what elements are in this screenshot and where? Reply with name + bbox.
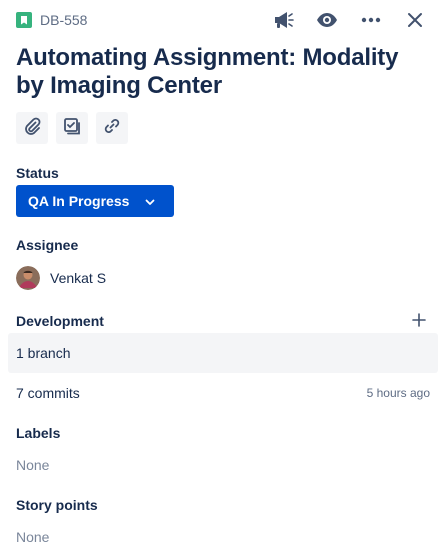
issue-title[interactable]: Automating Assignment: Modality by Imagi… (16, 44, 416, 100)
issue-key: DB-558 (40, 12, 88, 28)
more-icon (361, 17, 381, 23)
story-points-label: Story points (16, 497, 98, 513)
create-subtask-button[interactable] (56, 112, 88, 144)
labels-label: Labels (16, 425, 61, 441)
close-button[interactable] (399, 8, 431, 32)
status-value: QA In Progress (28, 193, 130, 209)
header-actions (267, 8, 431, 32)
development-label: Development (16, 313, 104, 329)
watch-button[interactable] (311, 8, 343, 32)
megaphone-icon (272, 10, 294, 30)
labels-value[interactable]: None (16, 455, 49, 475)
assignee-field[interactable]: Venkat S (16, 266, 106, 290)
paperclip-icon (23, 117, 41, 140)
avatar (16, 266, 40, 290)
story-icon (16, 12, 32, 28)
subtask-icon (63, 117, 81, 140)
close-icon (407, 12, 423, 28)
link-issue-button[interactable] (96, 112, 128, 144)
quick-actions (16, 112, 128, 144)
plus-icon (412, 312, 426, 332)
status-label: Status (16, 165, 59, 181)
eye-icon (316, 12, 338, 28)
assignee-label: Assignee (16, 237, 79, 253)
add-development-button[interactable] (407, 312, 431, 332)
commits-link[interactable]: 7 commits 5 hours ago (8, 373, 438, 413)
more-actions-button[interactable] (355, 8, 387, 32)
commits-count: 7 commits (16, 385, 80, 401)
branch-link[interactable]: 1 branch (8, 333, 438, 373)
link-icon (103, 117, 121, 140)
assignee-name: Venkat S (50, 270, 107, 286)
status-dropdown[interactable]: QA In Progress (16, 185, 174, 217)
commits-timestamp: 5 hours ago (366, 386, 430, 400)
chevron-down-icon (144, 195, 156, 213)
attach-button[interactable] (16, 112, 48, 144)
issue-header: DB-558 (0, 0, 447, 40)
story-points-value[interactable]: None (16, 527, 49, 547)
branch-count: 1 branch (16, 345, 71, 361)
feedback-button[interactable] (267, 8, 299, 32)
issue-key-link[interactable]: DB-558 (16, 10, 87, 30)
